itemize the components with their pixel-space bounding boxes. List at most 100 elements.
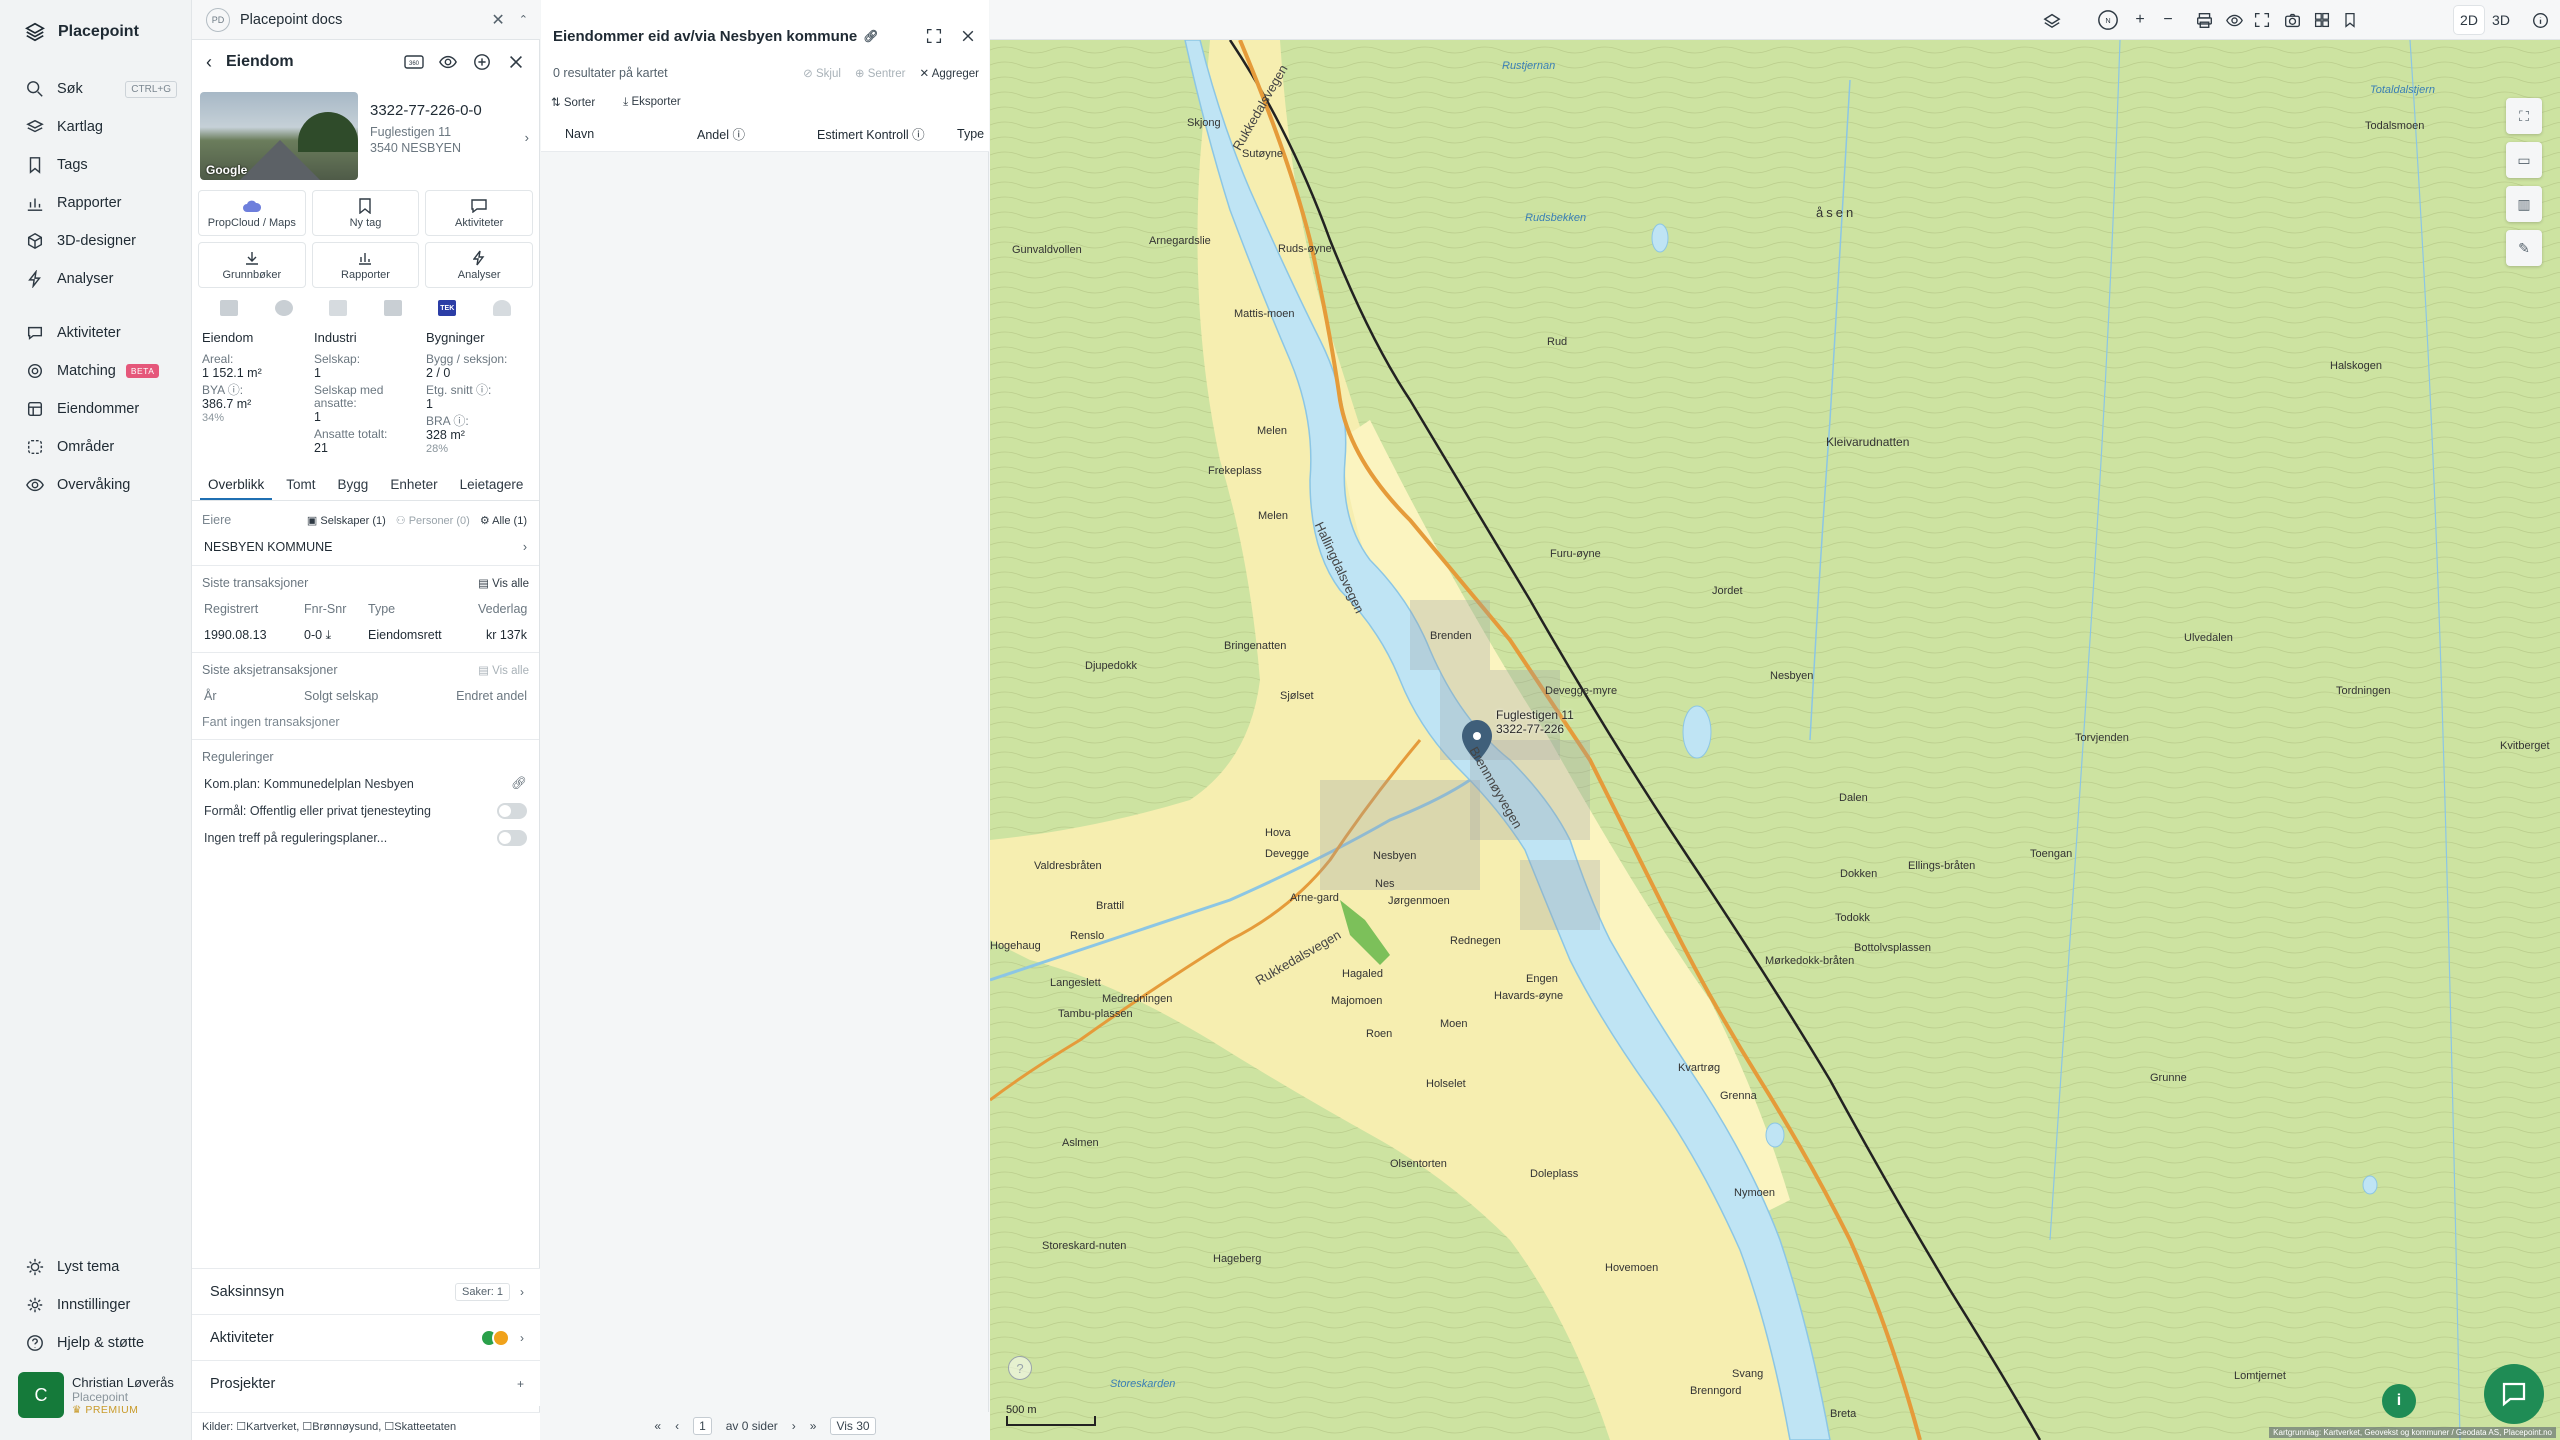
map-help-icon[interactable]: ? xyxy=(1008,1356,1032,1380)
nav-item-overvaking[interactable]: Overvåking xyxy=(0,466,191,504)
cadastre-icon[interactable] xyxy=(220,300,239,316)
nav-item-rapporter[interactable]: Rapporter xyxy=(0,184,191,222)
regulation-plan-row[interactable]: Kom.plan: Kommunedelplan Nesbyen 🔗︎ xyxy=(192,770,539,797)
nav-item-tags[interactable]: Tags xyxy=(0,146,191,184)
center-button[interactable]: ⊕ Sentrer xyxy=(855,66,906,80)
show-all-link[interactable]: ▤ Vis alle xyxy=(478,576,529,590)
reports-button[interactable]: Rapporter xyxy=(311,242,420,288)
factory-icon[interactable] xyxy=(329,300,348,316)
view-360-icon[interactable]: 360 xyxy=(403,51,425,73)
compass-icon[interactable]: N xyxy=(2096,8,2120,32)
tab-bygg[interactable]: Bygg xyxy=(330,471,377,500)
aggregate-button[interactable]: ✕ Aggreger xyxy=(919,66,979,80)
column-header[interactable]: Estimert Kontroll ⓘ xyxy=(817,124,925,143)
street-view-photo[interactable]: Google xyxy=(200,92,358,180)
tab-leietagere[interactable]: Leietagere xyxy=(452,471,532,500)
camera-icon[interactable] xyxy=(2280,8,2304,32)
info-icon[interactable]: i xyxy=(2382,1384,2416,1418)
sort-button[interactable]: ⇅ Sorter xyxy=(551,95,609,109)
chevron-updown-icon[interactable]: ⌃ xyxy=(519,13,528,26)
close-icon[interactable]: ✕ xyxy=(491,10,504,30)
column-header[interactable]: Andel ⓘ xyxy=(697,124,745,143)
nav-item-omrader[interactable]: Områder xyxy=(0,428,191,466)
tab-overblikk[interactable]: Overblikk xyxy=(200,471,273,500)
first-page-icon[interactable]: « xyxy=(654,1419,661,1433)
property-summary[interactable]: Google 3322-77-226-0-0 Fuglestigen 11 35… xyxy=(192,84,539,186)
accordion-aktiviteter[interactable]: Aktiviteter › xyxy=(192,1314,540,1360)
zoom-out-icon[interactable]: − xyxy=(2156,8,2180,32)
link-icon[interactable]: 🔗︎ xyxy=(511,776,527,791)
land-registry-button[interactable]: Grunnbøker xyxy=(198,242,306,288)
table-row[interactable]: 1990.08.13 0-0 ⤓ Eiendomsrett kr 137k xyxy=(192,622,539,648)
stats-tool-icon[interactable]: ▥ xyxy=(2506,186,2542,222)
add-circle-icon[interactable] xyxy=(471,51,493,73)
buildings-icon[interactable] xyxy=(383,300,402,316)
nav-item-help[interactable]: Hjelp & støtte xyxy=(0,1324,192,1362)
eye-icon[interactable] xyxy=(437,51,459,73)
prev-page-icon[interactable]: ‹ xyxy=(675,1419,679,1433)
filter-persons[interactable]: ⚇ Personer (0) xyxy=(396,514,470,527)
mode-3d-button[interactable]: 3D xyxy=(2486,6,2516,34)
nav-item-matching[interactable]: Matching BETA xyxy=(0,352,191,390)
draw-tool-icon[interactable]: ✎ xyxy=(2506,230,2542,266)
last-page-icon[interactable]: » xyxy=(810,1419,817,1433)
column-header[interactable]: Type xyxy=(957,127,984,141)
nav-item-search[interactable]: Søk CTRL+G xyxy=(0,70,191,108)
analyses-button[interactable]: Analyser xyxy=(425,242,533,288)
tab-enheter[interactable]: Enheter xyxy=(382,471,445,500)
page-input[interactable]: 1 xyxy=(693,1417,712,1435)
print-icon[interactable] xyxy=(2192,8,2216,32)
nav-item-settings[interactable]: Innstillinger xyxy=(0,1286,192,1324)
hide-button[interactable]: ⊘ Skjul xyxy=(803,66,841,80)
tek-icon[interactable]: TEK xyxy=(438,300,457,316)
export-button[interactable]: ⤓ Eksporter xyxy=(623,96,695,109)
accordion-saksinnsyn[interactable]: Saksinnsyn Saker: 1 › xyxy=(192,1268,540,1314)
map-canvas[interactable]: Rustjernan Skjong Sutøyne Arnegardsliе R… xyxy=(990,40,2560,1440)
close-icon[interactable] xyxy=(957,25,979,47)
download-icon[interactable]: ⤓ xyxy=(326,628,332,642)
close-icon[interactable] xyxy=(505,51,527,73)
workspace-selector[interactable]: PD Placepoint docs ✕ ⌃ xyxy=(192,0,540,40)
column-header[interactable]: Navn xyxy=(565,127,594,141)
brand[interactable]: Placepoint xyxy=(0,0,191,64)
nav-item-eiendommer[interactable]: Eiendommer xyxy=(0,390,191,428)
filter-all[interactable]: ⚙ Alle (1) xyxy=(480,514,527,527)
bookmark-icon[interactable] xyxy=(2338,8,2362,32)
fullscreen-icon[interactable] xyxy=(2250,8,2274,32)
source-link[interactable]: ☐Kartverket, xyxy=(236,1420,302,1433)
zoom-in-icon[interactable]: + xyxy=(2128,8,2152,32)
link-icon[interactable]: 🔗︎ xyxy=(863,29,878,43)
new-tag-button[interactable]: Ny tag xyxy=(311,190,420,236)
source-link[interactable]: ☐Skatteetaten xyxy=(384,1420,456,1433)
next-page-icon[interactable]: › xyxy=(792,1419,796,1433)
globe-icon[interactable] xyxy=(274,300,293,316)
accordion-prosjekter[interactable]: Prosjekter + xyxy=(192,1360,540,1406)
info-circle-icon[interactable] xyxy=(2528,8,2552,32)
grid-icon[interactable] xyxy=(2310,8,2334,32)
nav-item-kartlag[interactable]: Kartlag xyxy=(0,108,191,146)
tab-tomt[interactable]: Tomt xyxy=(278,471,323,500)
propcloud-button[interactable]: PropCloud / Maps xyxy=(198,190,306,236)
nav-item-light-theme[interactable]: Lyst tema xyxy=(0,1248,192,1286)
back-icon[interactable]: ‹ xyxy=(206,52,212,73)
nav-item-3d-designer[interactable]: 3D-designer xyxy=(0,222,191,260)
nav-item-analyser[interactable]: Analyser xyxy=(0,260,191,298)
eye-icon[interactable] xyxy=(2222,8,2246,32)
per-page-select[interactable]: Vis 30 xyxy=(830,1417,876,1435)
layers-3d-icon[interactable] xyxy=(2040,8,2064,32)
mode-2d-button[interactable]: 2D xyxy=(2454,6,2484,34)
chevron-right-icon[interactable]: › xyxy=(525,130,529,145)
chat-support-button[interactable] xyxy=(2484,1364,2544,1424)
purpose-toggle[interactable] xyxy=(497,802,527,819)
user-profile[interactable]: C Christian Løverås Placepoint ♛ PREMIUM xyxy=(0,1362,192,1440)
filter-companies[interactable]: ▣ Selskaper (1) xyxy=(307,514,386,527)
nav-item-aktiviteter[interactable]: Aktiviteter xyxy=(0,314,191,352)
source-link[interactable]: ☐Brønnøysund, xyxy=(302,1420,384,1433)
measure-tool-icon[interactable]: ▭ xyxy=(2506,142,2542,178)
add-icon[interactable]: + xyxy=(517,1377,524,1391)
expand-icon[interactable] xyxy=(923,25,945,47)
owner-row[interactable]: NESBYEN KOMMUNE › xyxy=(192,533,539,561)
layers-tool-icon[interactable]: ⛶ xyxy=(2506,98,2542,134)
activities-button[interactable]: Aktiviteter xyxy=(425,190,533,236)
plans-toggle[interactable] xyxy=(497,829,527,846)
